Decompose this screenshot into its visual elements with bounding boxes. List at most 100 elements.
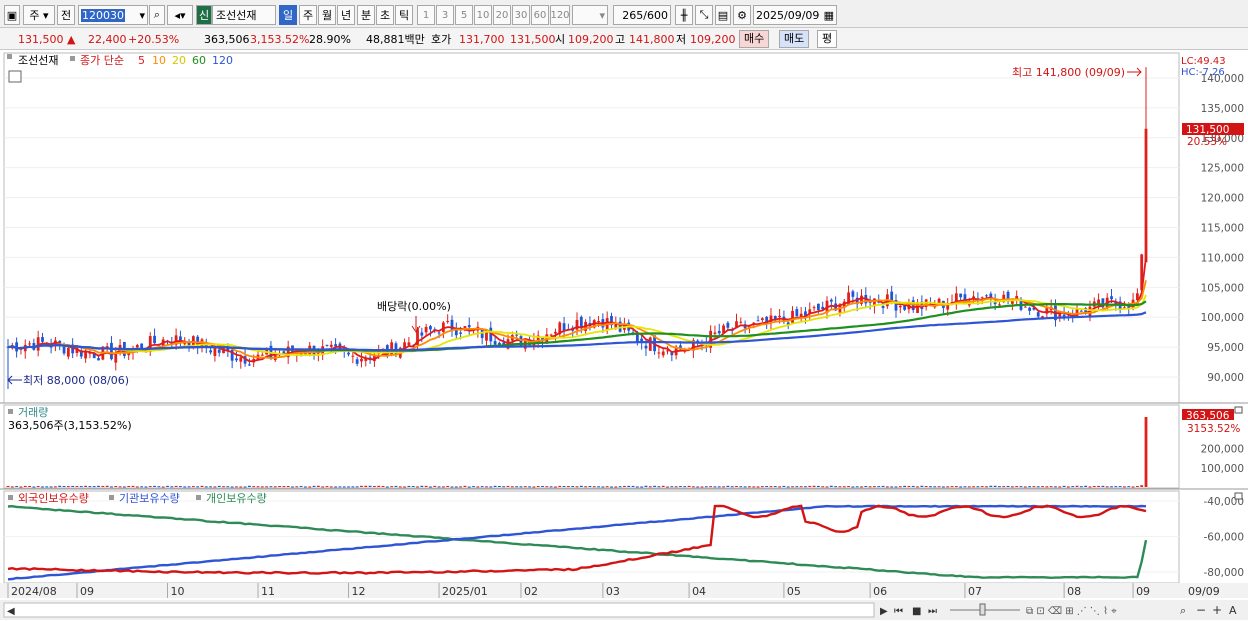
hc-label: HC:-7.26 <box>1181 67 1225 78</box>
fast-forward-icon[interactable]: ⏭ <box>928 606 937 617</box>
volume-bar <box>269 486 273 488</box>
candle-icon[interactable]: ╫ <box>675 5 693 25</box>
volume-bar <box>959 486 963 488</box>
chevron-down-icon[interactable]: ▾ <box>139 9 147 22</box>
stock-chart[interactable]: 140,000135,000130,000125,000120,000115,0… <box>0 50 1248 621</box>
sell-button[interactable]: 매도 <box>779 30 810 48</box>
horizontal-scrollbar[interactable] <box>3 602 875 618</box>
volume-bar <box>131 485 135 487</box>
stock-code-input[interactable]: 120030 ▾ <box>78 5 148 25</box>
candle-body <box>360 358 363 362</box>
table-icon[interactable] <box>8 70 22 83</box>
candle-body <box>881 306 885 309</box>
x-tick-label: 10 <box>170 585 184 598</box>
volume-bar <box>364 485 368 487</box>
calendar-icon[interactable]: ▦ <box>824 9 836 22</box>
market-label: 주 <box>29 9 40 22</box>
volume-bar <box>562 485 566 487</box>
candle-body <box>898 305 902 308</box>
plus-icon[interactable]: + <box>1212 603 1222 617</box>
interval-10[interactable]: 10 <box>474 5 492 25</box>
rewind-icon[interactable]: ⏮ <box>894 606 903 617</box>
candle-body <box>851 291 855 297</box>
period-week[interactable]: 주 <box>299 5 317 25</box>
date-input[interactable]: 2025/09/09 ▦ <box>753 5 837 25</box>
volume-bar <box>135 486 139 488</box>
volume-bar <box>1140 485 1144 487</box>
volume-title: 거래량 <box>18 406 48 419</box>
interval-1[interactable]: 1 <box>417 5 435 25</box>
scroll-right-icon[interactable]: ▶ <box>880 606 888 617</box>
volume-bar <box>394 485 398 487</box>
interval-5[interactable]: 5 <box>455 5 473 25</box>
avg-button[interactable]: 평 <box>817 30 838 48</box>
sound-icon[interactable]: ◂▾ <box>167 5 193 25</box>
period-second[interactable]: 초 <box>376 5 394 25</box>
period-tick[interactable]: 틱 <box>395 5 413 25</box>
interval-20[interactable]: 20 <box>493 5 511 25</box>
gear-icon[interactable]: ⚙ <box>733 5 751 25</box>
font-size-icon[interactable]: A <box>1229 604 1237 617</box>
zoom-slider-handle[interactable] <box>979 603 986 616</box>
volume-bar <box>1127 486 1131 488</box>
volume-bar <box>989 485 993 487</box>
y-tick-label: 100,000 <box>1201 312 1244 324</box>
volume-bar <box>687 485 691 487</box>
minus-icon[interactable]: − <box>1196 603 1206 617</box>
scroll-left-icon[interactable]: ◀ <box>7 606 15 617</box>
volume-bar <box>588 485 592 487</box>
market-select[interactable]: 주 ▾ <box>23 5 55 25</box>
crosshair-icon[interactable]: ⤡ <box>695 5 713 25</box>
zoom-icon[interactable]: ⌕ <box>1180 604 1186 617</box>
volume-bar <box>873 486 876 488</box>
candle-body <box>816 303 820 310</box>
volume-bar <box>1131 486 1135 488</box>
prev-button[interactable]: 전 <box>57 5 75 25</box>
tools-icon[interactable]: ⧉ ⊡ ⌫ ⊞ ⋰ ⋱ ⌇ ⌖ <box>1026 606 1117 617</box>
volume-bar <box>347 486 350 488</box>
candle-body <box>28 343 31 345</box>
volume-bar <box>342 486 346 488</box>
candle-body <box>661 351 665 356</box>
interval-30[interactable]: 30 <box>512 5 530 25</box>
volume-bar <box>36 486 40 488</box>
interval-60[interactable]: 60 <box>531 5 549 25</box>
stop-icon[interactable]: ■ <box>912 606 921 617</box>
panel-close-icon[interactable] <box>1234 492 1243 500</box>
candle-body <box>114 353 118 363</box>
volume-bar <box>381 485 385 487</box>
candle-body <box>549 334 553 336</box>
period-minute[interactable]: 분 <box>357 5 375 25</box>
open-price: 109,200 <box>568 33 614 46</box>
panel-close-icon[interactable] <box>1234 406 1243 414</box>
volume-bar <box>144 486 148 488</box>
volume-bar <box>1002 486 1006 488</box>
volume-bar <box>842 486 846 488</box>
volume-bar <box>730 486 734 488</box>
interval-120[interactable]: 120 <box>550 5 570 25</box>
save-icon[interactable]: ▤ <box>715 5 731 25</box>
candle-body <box>239 357 243 362</box>
layout-icon[interactable]: ▣ <box>4 5 20 25</box>
search-icon[interactable]: ⌕ <box>149 5 165 25</box>
volume-bar <box>954 486 958 488</box>
volume-bar <box>898 486 902 488</box>
interval-3[interactable]: 3 <box>436 5 454 25</box>
volume-bar <box>739 486 743 488</box>
volume-bar <box>709 486 713 488</box>
period-year[interactable]: 년 <box>337 5 355 25</box>
candle-body <box>135 344 139 348</box>
volume-bar <box>110 486 113 488</box>
volume-bar <box>1123 486 1126 488</box>
candle-body <box>347 352 350 355</box>
candle-body <box>980 297 984 299</box>
period-month[interactable]: 월 <box>318 5 336 25</box>
buy-button[interactable]: 매수 <box>739 30 770 48</box>
volume-bar <box>756 486 760 488</box>
volume-bar <box>1075 485 1079 487</box>
count-input[interactable]: 265/600 <box>613 5 671 25</box>
volume-bar <box>252 486 256 488</box>
volume-bar <box>1097 485 1100 487</box>
interval-dropdown[interactable]: ▾ <box>572 5 608 25</box>
period-day[interactable]: 일 <box>279 5 297 25</box>
